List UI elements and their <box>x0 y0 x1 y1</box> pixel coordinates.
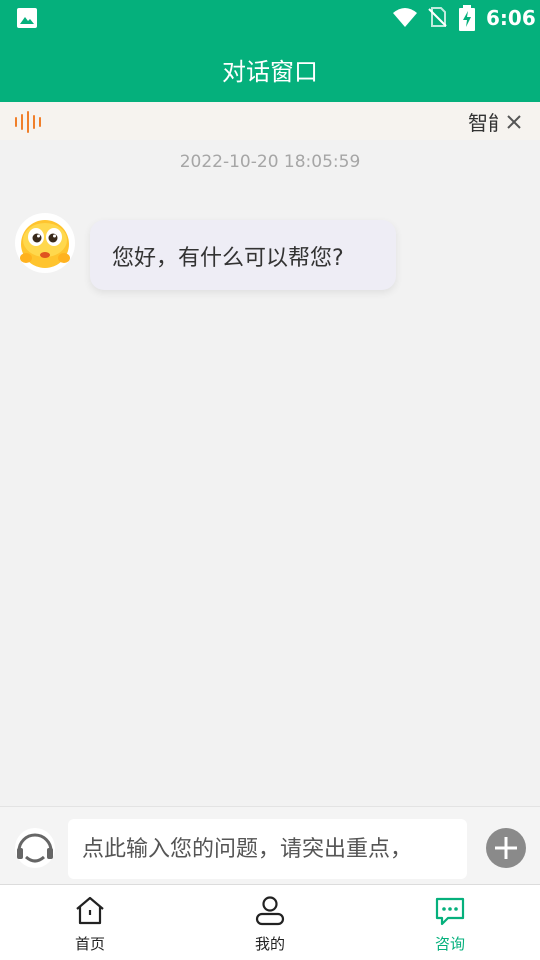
battery-charging-icon <box>459 5 475 31</box>
app-header: 6:06 对话窗口 <box>0 0 540 102</box>
tab-home-label: 首页 <box>74 935 105 953</box>
wifi-icon <box>393 8 417 27</box>
close-icon[interactable] <box>504 112 524 132</box>
tab-home[interactable]: 首页 <box>30 885 150 960</box>
bottom-tab-bar: 首页 我的 咨询 <box>0 884 540 960</box>
audio-wave-icon <box>15 111 41 133</box>
clock: 6:06 <box>486 6 536 30</box>
bot-message-bubble[interactable]: 您好，有什么可以帮您? <box>90 220 396 290</box>
plus-icon[interactable] <box>485 827 527 869</box>
chat-icon <box>435 897 465 926</box>
message-timestamp: 2022-10-20 18:05:59 <box>179 152 361 172</box>
notice-text: 智能 <box>468 111 498 135</box>
tab-mine-label: 我的 <box>254 935 285 953</box>
no-sim-icon <box>428 7 447 27</box>
tab-consult-label: 咨询 <box>434 935 465 953</box>
user-icon <box>255 896 285 926</box>
input-bar <box>0 806 540 884</box>
message-text: 您好，有什么可以帮您? <box>112 246 344 271</box>
emoji-avatar-icon <box>15 213 75 273</box>
tab-consult[interactable]: 咨询 <box>390 885 510 960</box>
status-bar: 6:06 <box>0 0 540 36</box>
home-icon <box>76 896 104 925</box>
tab-mine[interactable]: 我的 <box>210 885 330 960</box>
page-title: 对话窗口 <box>222 58 318 86</box>
image-icon <box>17 8 37 28</box>
question-input[interactable] <box>68 819 467 879</box>
notice-bar[interactable]: 智能 <box>0 102 540 140</box>
headset-icon[interactable] <box>14 827 56 869</box>
